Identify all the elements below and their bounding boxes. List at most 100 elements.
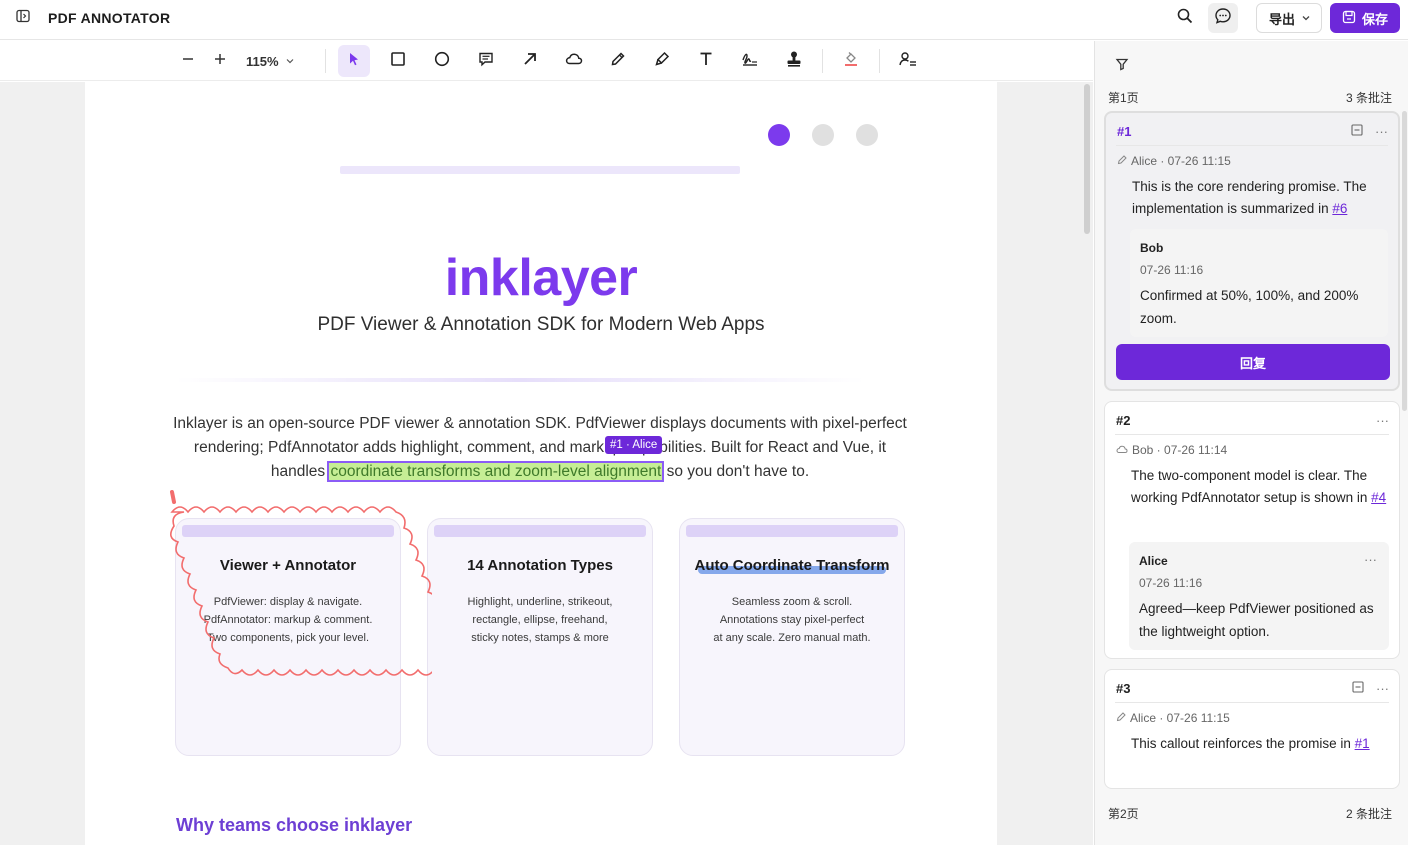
search-button[interactable]	[1170, 3, 1200, 33]
comments-toggle-button[interactable]	[1207, 3, 1238, 33]
comment-card[interactable]: #1 ··· Alice · 07-26 11:15 This is the c…	[1104, 111, 1400, 391]
stamp-tool-button[interactable]	[778, 45, 810, 77]
user-settings-icon	[898, 51, 917, 72]
card-body: Highlight, underline, strikeout, rectang…	[428, 593, 652, 647]
cloud-tool-button[interactable]	[558, 45, 590, 77]
comment-reference-link[interactable]: #4	[1371, 490, 1386, 505]
text-tool-button[interactable]	[690, 45, 722, 77]
comment-body: The two-component model is clear. The wo…	[1131, 468, 1372, 505]
highlight-annotation[interactable]: coordinate transforms and zoom-level ali…	[327, 461, 665, 482]
pdf-page[interactable]: inklayer PDF Viewer & Annotation SDK for…	[85, 82, 997, 845]
export-label: 导出	[1268, 11, 1295, 27]
search-icon	[1177, 8, 1193, 29]
minus-icon	[181, 52, 195, 71]
card-line: Annotations stay pixel-perfect	[719, 614, 865, 626]
annotation-toolbar: 115%	[0, 41, 1093, 81]
rectangle-tool-button[interactable]	[382, 45, 414, 77]
comment-divider	[1115, 702, 1389, 703]
more-options-icon[interactable]: ···	[1375, 124, 1388, 139]
more-options-icon[interactable]: ···	[1364, 552, 1377, 567]
cursor-icon	[346, 51, 362, 72]
stamp-icon	[785, 50, 803, 73]
annotation-author-tag[interactable]: #1 · Alice	[605, 436, 663, 454]
card-header-bar	[434, 525, 646, 537]
collapse-icon[interactable]	[1351, 123, 1363, 139]
reply-item: Bob 07-26 11:16 Confirmed at 50%, 100%, …	[1130, 229, 1388, 337]
reply-button[interactable]: 回复	[1116, 344, 1390, 380]
comment-reference-link[interactable]: #6	[1332, 201, 1347, 216]
underline-annotation[interactable]: Auto Coordinate Transform	[694, 557, 890, 574]
decoration-bar	[340, 166, 740, 174]
comment-meta: Alice · 07-26 11:15	[1117, 154, 1231, 168]
card-line: at any scale. Zero manual math.	[713, 632, 871, 644]
toolbar-divider	[324, 49, 326, 73]
reply-author: Bob	[1140, 241, 1164, 255]
page-group-header: 第2页 2 条批注	[1108, 805, 1392, 822]
reply-item: Alice ··· 07-26 11:16 Agreed—keep PdfVie…	[1129, 542, 1389, 650]
highlighter-tool-button[interactable]	[646, 45, 678, 77]
comment-author-time: Bob · 07-26 11:14	[1132, 443, 1228, 457]
comment-tool-button[interactable]	[470, 45, 502, 77]
card-line: Seamless zoom & scroll.	[731, 596, 853, 608]
export-button[interactable]: 导出	[1255, 3, 1322, 33]
plus-icon	[213, 52, 227, 71]
signature-tool-button[interactable]	[734, 45, 766, 77]
comment-author-time: Alice · 07-26 11:15	[1131, 154, 1231, 168]
comment-header: #2 ···	[1116, 412, 1389, 428]
comments-sidebar: 第1页 3 条批注 #1 ··· Alice · 07-26 11:15 Thi…	[1094, 41, 1408, 845]
sidebar-scrollbar[interactable]	[1402, 111, 1407, 411]
comment-header: #1 ···	[1117, 123, 1388, 139]
comment-reference-link[interactable]: #1	[1355, 736, 1370, 751]
comment-body: This callout reinforces the promise in	[1131, 736, 1355, 751]
comment-number: #1	[1117, 123, 1132, 139]
fill-color-button[interactable]	[835, 45, 867, 77]
card-line: Highlight, underline, strikeout,	[467, 596, 613, 608]
comment-card[interactable]: #3 ··· Alice · 07-26 11:15 This callout …	[1104, 669, 1400, 789]
intro-text-end: so you don't have to.	[662, 463, 810, 480]
highlighter-icon	[1117, 154, 1127, 168]
card-header-bar	[686, 525, 898, 537]
reply-time: 07-26 11:16	[1140, 263, 1204, 277]
cloud-annotation[interactable]	[142, 490, 432, 690]
document-viewport[interactable]: inklayer PDF Viewer & Annotation SDK for…	[0, 82, 1093, 845]
author-settings-button[interactable]	[892, 45, 924, 77]
more-options-icon[interactable]: ···	[1376, 681, 1389, 696]
brand-title: inklayer	[444, 249, 638, 307]
card-line: rectangle, ellipse, freehand,	[472, 614, 608, 626]
ellipse-tool-button[interactable]	[426, 45, 458, 77]
save-button[interactable]: 保存	[1329, 3, 1400, 33]
document-scrollbar[interactable]	[1084, 84, 1090, 234]
reply-author: Alice	[1139, 554, 1168, 568]
collapse-icon[interactable]	[1352, 680, 1364, 696]
filter-icon[interactable]	[1115, 57, 1129, 76]
comment-header: #3 ···	[1116, 680, 1389, 696]
select-tool-button[interactable]	[337, 45, 370, 77]
rectangle-icon	[390, 51, 406, 72]
page-group-header: 第1页 3 条批注	[1108, 89, 1392, 106]
toolbar-buttons: 115%	[172, 45, 936, 77]
arrow-tool-button[interactable]	[514, 45, 546, 77]
comment-meta: Bob · 07-26 11:14	[1116, 443, 1227, 457]
reply-text: Confirmed at 50%, 100%, and 200% zoom.	[1140, 288, 1359, 326]
comment-number: #3	[1116, 680, 1131, 696]
signature-icon	[741, 51, 759, 72]
more-options-icon[interactable]: ···	[1376, 413, 1389, 428]
card-body: Seamless zoom & scroll. Annotations stay…	[680, 593, 904, 647]
comment-actions: ···	[1352, 681, 1389, 696]
card-title-text: Auto Coordinate Transform	[694, 557, 890, 574]
zoom-in-button[interactable]	[204, 45, 236, 77]
zoom-select[interactable]: 115%	[246, 54, 295, 69]
comment-text: This is the core rendering promise. The …	[1132, 176, 1388, 220]
comment-divider	[1116, 145, 1388, 146]
save-icon	[1342, 10, 1356, 27]
page-decoration-dots	[768, 124, 878, 146]
pen-tool-button[interactable]	[602, 45, 634, 77]
intro-paragraph: Inklayer is an open-source PDF viewer & …	[165, 412, 915, 484]
note-icon	[478, 51, 494, 72]
reply-text: Agreed—keep PdfViewer positioned as the …	[1139, 601, 1374, 639]
sidebar-toggle-icon[interactable]	[16, 9, 30, 28]
pen-icon	[610, 51, 626, 72]
zoom-out-button[interactable]	[172, 45, 204, 77]
toolbar-divider	[821, 49, 823, 73]
comment-card[interactable]: #2 ··· Bob · 07-26 11:14 The two-compone…	[1104, 401, 1400, 659]
